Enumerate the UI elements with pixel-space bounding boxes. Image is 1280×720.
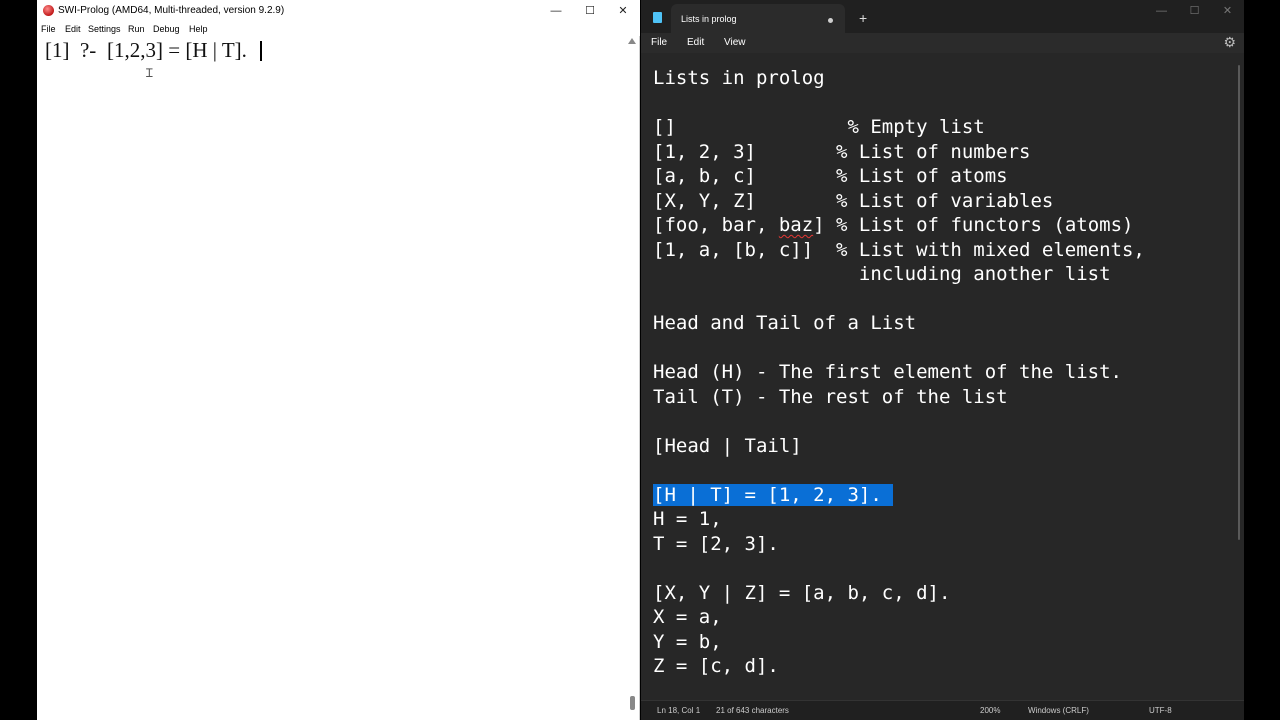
status-cursor-position: Ln 18, Col 1: [657, 706, 701, 715]
swi-prolog-window: SWI-Prolog (AMD64, Multi-threaded, versi…: [37, 0, 640, 720]
swi-scrollbar[interactable]: [628, 36, 637, 720]
swi-console[interactable]: [1] ?- [1,2,3] = [H | T]. Ɪ: [37, 36, 629, 720]
swi-maximize-button[interactable]: ☐: [573, 0, 607, 22]
swi-scroll-thumb[interactable]: [630, 696, 635, 710]
notepad-minimize-button[interactable]: —: [1145, 0, 1178, 22]
swi-menu-debug[interactable]: Debug: [153, 24, 180, 34]
notepad-menu-view[interactable]: View: [724, 37, 746, 48]
notepad-menu-file[interactable]: File: [651, 37, 667, 48]
tab-lists-in-prolog[interactable]: Lists in prolog: [671, 4, 845, 33]
swi-title-bar: SWI-Prolog (AMD64, Multi-threaded, versi…: [37, 0, 640, 22]
swi-menu-file[interactable]: File: [41, 24, 56, 34]
text-caret: [260, 41, 262, 61]
swi-minimize-button[interactable]: —: [539, 0, 573, 22]
editor-line: [H | T] = [1, 2, 3].: [653, 483, 1145, 508]
settings-gear-icon[interactable]: ⚙: [1223, 34, 1236, 51]
ibeam-cursor-icon: Ɪ: [146, 66, 153, 80]
editor-line: T = [2, 3].: [653, 532, 779, 555]
notepad-menu-edit[interactable]: Edit: [687, 37, 704, 48]
notepad-menu-bar: File Edit View ⚙: [641, 33, 1244, 53]
new-tab-plus-icon[interactable]: +: [859, 11, 867, 25]
editor-line: [1, a, [b, c]] % List with mixed element…: [653, 238, 1145, 261]
status-line-endings[interactable]: Windows (CRLF): [1028, 706, 1089, 715]
scroll-up-arrow-icon[interactable]: [628, 38, 636, 44]
editor-line: Y = b,: [653, 630, 722, 653]
editor-line: [foo, bar, baz] % List of functors (atom…: [653, 214, 1134, 236]
editor-line: [X, Y | Z] = [a, b, c, d].: [653, 581, 951, 604]
notepad-close-button[interactable]: ✕: [1211, 0, 1244, 22]
swi-menu-help[interactable]: Help: [189, 24, 208, 34]
editor-line: X = a,: [653, 606, 722, 628]
status-encoding[interactable]: UTF-8: [1149, 706, 1172, 715]
console-query-input[interactable]: [1,2,3] = [H | T].: [107, 38, 247, 63]
spellcheck-underline: baz: [778, 214, 814, 236]
editor-line: [X, Y, Z] % List of variables: [653, 189, 1054, 212]
tab-title: Lists in prolog: [681, 14, 737, 24]
editor-line: [1, 2, 3] % List of numbers: [653, 140, 1031, 163]
editor-line: [] % Empty list: [653, 116, 985, 138]
editor-line: Head and Tail of a List: [653, 312, 917, 334]
swi-menu-run[interactable]: Run: [128, 24, 145, 34]
notepad-app-icon: [653, 12, 662, 23]
status-zoom-level[interactable]: 200%: [980, 706, 1000, 715]
editor-line: Tail (T) - The rest of the list: [653, 385, 1008, 408]
editor-line: Lists in prolog: [653, 67, 825, 89]
swi-menu-settings[interactable]: Settings: [88, 24, 121, 34]
unsaved-dot-icon[interactable]: [828, 18, 833, 23]
console-prompt: [1] ?-: [45, 38, 97, 62]
notepad-text-editor[interactable]: Lists in prolog [] % Empty list [1, 2, 3] …: [641, 53, 1244, 700]
swi-close-button[interactable]: ✕: [606, 0, 640, 22]
editor-line: [Head | Tail]: [653, 434, 802, 457]
notepad-status-bar: Ln 18, Col 1 21 of 643 characters 200% W…: [641, 700, 1244, 720]
notepad-scrollbar[interactable]: [1238, 65, 1240, 540]
notepad-maximize-button[interactable]: ☐: [1178, 0, 1211, 22]
notepad-window: Lists in prolog + — ☐ ✕ File Edit View ⚙…: [641, 0, 1244, 720]
editor-line: [a, b, c] % List of atoms: [653, 165, 1008, 187]
swi-window-title: SWI-Prolog (AMD64, Multi-threaded, versi…: [58, 5, 285, 16]
editor-line: H = 1,: [653, 508, 722, 530]
swi-menu-bar: File Edit Settings Run Debug Help: [37, 22, 640, 36]
swi-menu-edit[interactable]: Edit: [65, 24, 81, 34]
editor-line: Z = [c, d].: [653, 655, 779, 677]
swi-prolog-logo-icon: [43, 5, 54, 16]
editor-lines: Lists in prolog [] % Empty list [1, 2, 3] …: [653, 66, 1145, 679]
status-character-count: 21 of 643 characters: [716, 706, 789, 715]
notepad-title-bar: Lists in prolog + — ☐ ✕: [641, 0, 1244, 33]
selected-text: [H | T] = [1, 2, 3].: [653, 483, 894, 506]
editor-line: Head (H) - The first element of the list…: [653, 361, 1122, 383]
editor-line: including another list: [653, 263, 1111, 285]
